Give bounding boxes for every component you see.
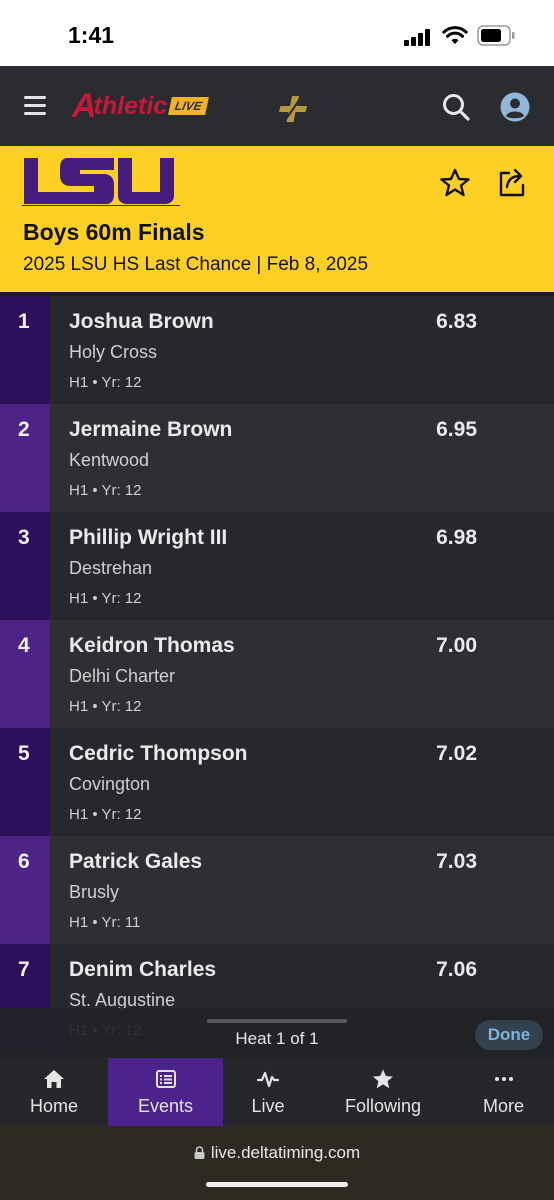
place-number: 1 [18, 310, 30, 333]
team-name[interactable]: Covington [69, 774, 150, 795]
more-icon [494, 1077, 513, 1081]
athlete-name[interactable]: Denim Charles [69, 958, 216, 982]
athletic-plus-icon[interactable] [278, 94, 308, 124]
result-row[interactable]: 5 Cedric Thompson Covington H1 • Yr: 12 7.02 [0, 728, 554, 836]
athlete-cell: Cedric Thompson Covington H1 • Yr: 12 7.02 [50, 728, 554, 836]
result-row[interactable]: 2 Jermaine Brown Kentwood H1 • Yr: 12 6.95 [0, 404, 554, 512]
result-mark: 6.83 [436, 310, 477, 333]
status-bar: 1:41 [0, 0, 554, 66]
app-header: A thletic LIVE [0, 66, 554, 146]
place-number: 7 [18, 958, 30, 981]
heat-label: Heat 1 of 1 [235, 1029, 319, 1048]
athlete-cell: Jermaine Brown Kentwood H1 • Yr: 12 6.95 [50, 404, 554, 512]
place-cell: 1 [0, 296, 50, 404]
nav-following[interactable]: Following [313, 1058, 453, 1126]
athlete-name[interactable]: Phillip Wright III [69, 526, 227, 550]
lock-icon [194, 1146, 205, 1159]
logo-wordmark: thletic [93, 91, 168, 120]
team-name[interactable]: Destrehan [69, 558, 152, 579]
nav-label: Following [344, 1096, 422, 1116]
result-mark: 6.95 [436, 418, 477, 441]
athlete-name[interactable]: Jermaine Brown [69, 418, 232, 442]
star-icon [373, 1069, 393, 1089]
heat-selector-bar[interactable]: Heat 1 of 1 Done [0, 1008, 554, 1058]
athlete-name[interactable]: Cedric Thompson [69, 742, 248, 766]
place-number: 3 [18, 526, 30, 549]
place-cell: 4 [0, 620, 50, 728]
result-mark: 7.00 [436, 634, 477, 657]
nav-label: Live [251, 1096, 285, 1116]
athlete-cell: Keidron Thomas Delhi Charter H1 • Yr: 12 7.… [50, 620, 554, 728]
drag-handle[interactable] [207, 1019, 347, 1023]
pulse-icon [257, 1071, 279, 1088]
nav-label: Events [137, 1096, 194, 1116]
event-title: Boys 60m Finals [23, 219, 205, 245]
account-icon[interactable] [500, 92, 530, 122]
athlete-cell: Joshua Brown Holy Cross H1 • Yr: 12 6.83 [50, 296, 554, 404]
url-text: live.deltatiming.com [210, 1143, 361, 1162]
nav-label: More [482, 1096, 524, 1116]
heat-year-info: H1 • Yr: 12 [69, 806, 142, 823]
result-row[interactable]: 6 Patrick Gales Brusly H1 • Yr: 11 7.03 [0, 836, 554, 944]
browser-url-bar[interactable]: live.deltatiming.com [0, 1126, 554, 1200]
result-row[interactable]: 3 Phillip Wright III Destrehan H1 • Yr: 12 6… [0, 512, 554, 620]
search-icon[interactable] [441, 92, 471, 122]
result-mark: 7.06 [436, 958, 477, 981]
place-cell: 6 [0, 836, 50, 944]
athlete-name[interactable]: Patrick Gales [69, 850, 202, 874]
lsu-logo [22, 158, 180, 206]
url-display[interactable]: live.deltatiming.com [0, 1143, 554, 1163]
result-mark: 7.03 [436, 850, 477, 873]
nav-live[interactable]: Live [223, 1058, 313, 1126]
wifi-icon [442, 26, 468, 44]
share-icon[interactable] [496, 166, 528, 198]
nav-events[interactable]: Events [108, 1058, 223, 1126]
logo-live-badge: LIVE [168, 97, 209, 115]
favorite-star-icon[interactable] [440, 168, 470, 198]
home-indicator[interactable] [206, 1182, 348, 1187]
result-row[interactable]: 4 Keidron Thomas Delhi Charter H1 • Yr: 12 7… [0, 620, 554, 728]
heat-year-info: H1 • Yr: 11 [69, 914, 141, 931]
athlete-name[interactable]: Keidron Thomas [69, 634, 235, 658]
result-row[interactable]: 1 Joshua Brown Holy Cross H1 • Yr: 12 6.83 [0, 296, 554, 404]
bottom-navigation: Home Events Live Following More [0, 1058, 554, 1126]
team-name[interactable]: Holy Cross [69, 342, 157, 363]
heat-year-info: H1 • Yr: 12 [69, 482, 142, 499]
status-time: 1:41 [68, 22, 115, 48]
place-cell: 3 [0, 512, 50, 620]
place-number: 4 [18, 634, 30, 657]
heat-year-info: H1 • Yr: 12 [69, 698, 142, 715]
event-subtitle: 2025 LSU HS Last Chance | Feb 8, 2025 [23, 254, 369, 275]
team-name[interactable]: Kentwood [69, 450, 149, 471]
place-number: 5 [18, 742, 30, 765]
result-mark: 6.98 [436, 526, 477, 549]
place-number: 6 [18, 850, 30, 873]
results-list: 1 Joshua Brown Holy Cross H1 • Yr: 12 6.83 2 J… [0, 296, 554, 1052]
heat-year-info: H1 • Yr: 12 [69, 590, 142, 607]
cellular-signal-icon [404, 28, 432, 46]
team-name[interactable]: Delhi Charter [69, 666, 175, 687]
place-cell: 5 [0, 728, 50, 836]
battery-icon [477, 25, 515, 46]
nav-more[interactable]: More [453, 1058, 554, 1126]
athlete-name[interactable]: Joshua Brown [69, 310, 214, 334]
heat-year-info: H1 • Yr: 12 [69, 374, 142, 391]
athletic-live-logo[interactable]: A thletic LIVE [72, 86, 209, 125]
place-number: 2 [18, 418, 30, 441]
nav-home[interactable]: Home [0, 1058, 108, 1126]
place-cell: 2 [0, 404, 50, 512]
done-button[interactable]: Done [475, 1020, 543, 1050]
athlete-cell: Patrick Gales Brusly H1 • Yr: 11 7.03 [50, 836, 554, 944]
result-mark: 7.02 [436, 742, 477, 765]
logo-a-mark: A [72, 86, 97, 125]
team-name[interactable]: Brusly [69, 882, 119, 903]
nav-label: Home [29, 1096, 78, 1116]
home-icon [44, 1070, 64, 1088]
menu-icon[interactable] [24, 96, 46, 115]
athlete-cell: Phillip Wright III Destrehan H1 • Yr: 12 6.… [50, 512, 554, 620]
event-banner: Boys 60m Finals 2025 LSU HS Last Chance … [0, 146, 554, 292]
list-icon [155, 1070, 176, 1088]
